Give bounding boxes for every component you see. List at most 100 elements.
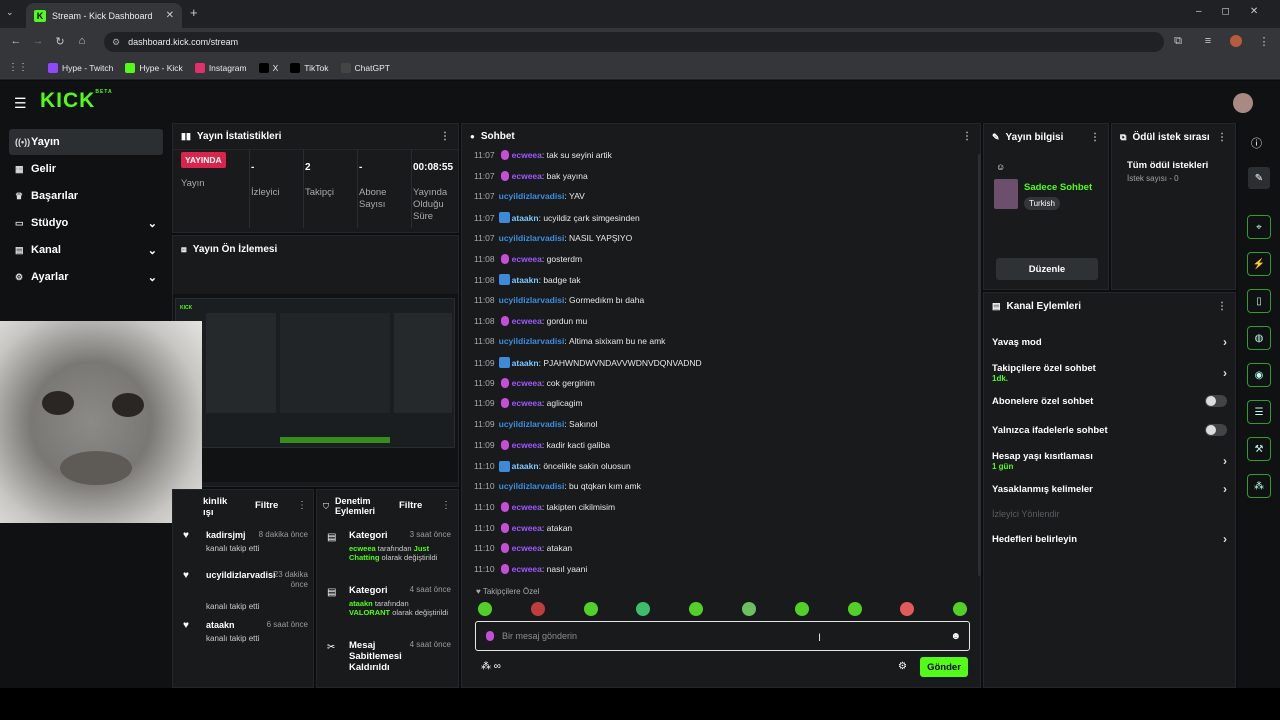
chat-username[interactable]: ataakn (512, 461, 539, 471)
chat-username[interactable]: ucyildizlarvadisi (499, 336, 565, 346)
chat-username[interactable]: ucyildizlarvadisi (499, 191, 565, 201)
chat-menu-icon[interactable]: ⋮ (962, 131, 972, 142)
chat-username[interactable]: ecweea (512, 316, 542, 326)
chat-username[interactable]: ataakn (512, 275, 539, 285)
emote-icon[interactable] (953, 602, 968, 616)
sidebar-item-6[interactable]: ⚙ Ayarlar ⌄ (9, 264, 163, 290)
focus-icon[interactable]: ⌖ (1247, 215, 1271, 239)
bolt-icon[interactable]: ⚡ (1247, 252, 1271, 276)
site-info-icon[interactable]: ⚙ (112, 37, 120, 48)
emote-icon[interactable] (794, 602, 809, 616)
chat-username[interactable]: ucyildizlarvadisi (499, 295, 565, 305)
sidebar-item-5[interactable]: ▤ Kanal ⌄ (9, 237, 163, 263)
edit-button[interactable]: Düzenle (996, 258, 1098, 280)
preview-video[interactable]: KICK (173, 294, 458, 482)
toggle-switch[interactable] (1205, 424, 1227, 436)
bookmark-item[interactable]: Hype - Twitch (48, 62, 113, 73)
chat-username[interactable]: ucyildizlarvadisi (499, 233, 565, 243)
apps-grid-icon[interactable]: ⋮⋮ (8, 62, 28, 73)
edit-pencil-icon[interactable]: ✎ (1248, 167, 1270, 189)
hamburger-menu-icon[interactable]: ☰ (14, 95, 27, 112)
server-icon[interactable]: ☰ (1247, 400, 1271, 424)
emoji-picker-icon[interactable]: ☻ (950, 631, 961, 642)
send-button[interactable]: Gönder (920, 657, 968, 677)
browser-tab[interactable]: K Stream - Kick Dashboard ✕ (26, 3, 182, 28)
chat-input[interactable]: Bir mesaj gönderin ☻ (475, 621, 970, 651)
sidebar-item-1[interactable]: ((•)) Yayın (9, 129, 163, 155)
emote-icon[interactable] (847, 602, 862, 616)
chat-username[interactable]: ecweea (512, 171, 542, 181)
new-tab-icon[interactable]: + (190, 5, 198, 20)
channel-action-item[interactable]: Hesap yaşı kısıtlaması 1 gün › (992, 448, 1227, 474)
tab-search-icon[interactable]: ⌄ (6, 7, 14, 18)
rewards-menu-icon[interactable]: ⋮ (1217, 132, 1227, 143)
chat-username[interactable]: ecweea (512, 254, 542, 264)
sidebar-item-3[interactable]: ♛ Başarılar (9, 183, 163, 209)
bookmark-item[interactable]: X (258, 62, 278, 73)
channel-action-item[interactable]: Yasaklanmış kelimeler › (992, 482, 1227, 496)
channel-action-item[interactable]: Yalnızca ifadelerle sohbet (992, 423, 1227, 437)
forward-icon[interactable]: → (30, 35, 46, 48)
chat-settings-icon[interactable]: ⚙ (898, 661, 907, 672)
activity-menu-icon[interactable]: ⋮ (297, 500, 307, 511)
audit-filter-button[interactable]: Filtre (399, 500, 422, 511)
chat-icon[interactable]: ◍ (1247, 326, 1271, 350)
chevron-right-icon[interactable]: › (1223, 366, 1227, 380)
chat-username[interactable]: ecweea (512, 502, 542, 512)
audit-menu-icon[interactable]: ⋮ (441, 500, 451, 511)
tab-close-icon[interactable]: ✕ (166, 10, 174, 21)
chat-username[interactable]: ecweea (512, 440, 542, 450)
back-icon[interactable]: ← (8, 35, 24, 48)
toggle-switch[interactable] (1205, 395, 1227, 407)
infinity-icon[interactable]: ⁂ ∞ (481, 661, 501, 672)
channel-action-item[interactable]: Takipçilere özel sohbet 1dk. › (992, 360, 1227, 386)
profile-avatar[interactable] (1230, 35, 1242, 47)
bookmark-item[interactable]: TikTok (290, 62, 329, 73)
chat-username[interactable]: ecweea (512, 564, 542, 574)
chat-username[interactable]: ucyildizlarvadisi (499, 419, 565, 429)
emote-icon[interactable] (900, 602, 915, 616)
chat-username[interactable]: ecweea (512, 523, 542, 533)
window-controls[interactable]: –◻✕ (1196, 6, 1278, 17)
address-bar[interactable]: ⚙ dashboard.kick.com/stream (104, 32, 1164, 52)
info-icon[interactable]: ⓘ (1251, 135, 1262, 151)
chat-username[interactable]: ataakn (512, 213, 539, 223)
chat-scrollbar[interactable] (978, 154, 981, 576)
bookmark-item[interactable]: Hype - Kick (125, 62, 183, 73)
emote-icon[interactable] (636, 602, 651, 616)
chevron-right-icon[interactable]: › (1223, 335, 1227, 349)
wrench-icon[interactable]: ⚒ (1247, 437, 1271, 461)
chat-username[interactable]: ucyildizlarvadisi (499, 481, 565, 491)
menu-kebab-icon[interactable]: ⋮ (1256, 35, 1272, 48)
channel-action-item[interactable]: Yavaş mod › (992, 335, 1227, 349)
chevron-right-icon[interactable]: › (1223, 454, 1227, 468)
emote-icon[interactable] (742, 602, 756, 616)
activity-filter-button[interactable]: Filtre (255, 500, 278, 511)
emote-icon[interactable] (583, 602, 598, 616)
chat-username[interactable]: ecweea (512, 543, 542, 553)
chat-username[interactable]: ecweea (512, 398, 542, 408)
document-icon[interactable]: ▯ (1247, 289, 1271, 313)
bookmark-item[interactable]: Instagram (194, 62, 247, 73)
bookmark-item[interactable]: ChatGPT (340, 62, 390, 73)
channel-actions-menu-icon[interactable]: ⋮ (1217, 301, 1227, 312)
reload-icon[interactable]: ↻ (52, 35, 68, 48)
kick-logo[interactable]: KICKBETA (40, 89, 113, 113)
chat-username[interactable]: ecweea (512, 150, 542, 160)
extensions-icon[interactable]: ⧉ (1170, 35, 1186, 48)
emote-icon[interactable] (530, 602, 545, 616)
broadcast-icon[interactable]: ◉ (1247, 363, 1271, 387)
chat-username[interactable]: ataakn (512, 358, 539, 368)
chat-username[interactable]: ecweea (512, 378, 542, 388)
chevron-right-icon[interactable]: › (1223, 532, 1227, 546)
streaminfo-menu-icon[interactable]: ⋮ (1090, 132, 1100, 143)
home-icon[interactable]: ⌂ (74, 35, 90, 48)
emote-icon[interactable] (478, 602, 492, 616)
chevron-right-icon[interactable]: › (1223, 482, 1227, 496)
sidebar-item-2[interactable]: ▦ Gelir (9, 156, 163, 182)
nodes-icon[interactable]: ⁂ (1247, 474, 1271, 498)
media-icon[interactable]: ≡ (1200, 35, 1216, 48)
stats-menu-icon[interactable]: ⋮ (440, 131, 450, 142)
channel-action-item[interactable]: Hedefleri belirleyin › (992, 532, 1227, 546)
emote-icon[interactable] (689, 602, 704, 616)
